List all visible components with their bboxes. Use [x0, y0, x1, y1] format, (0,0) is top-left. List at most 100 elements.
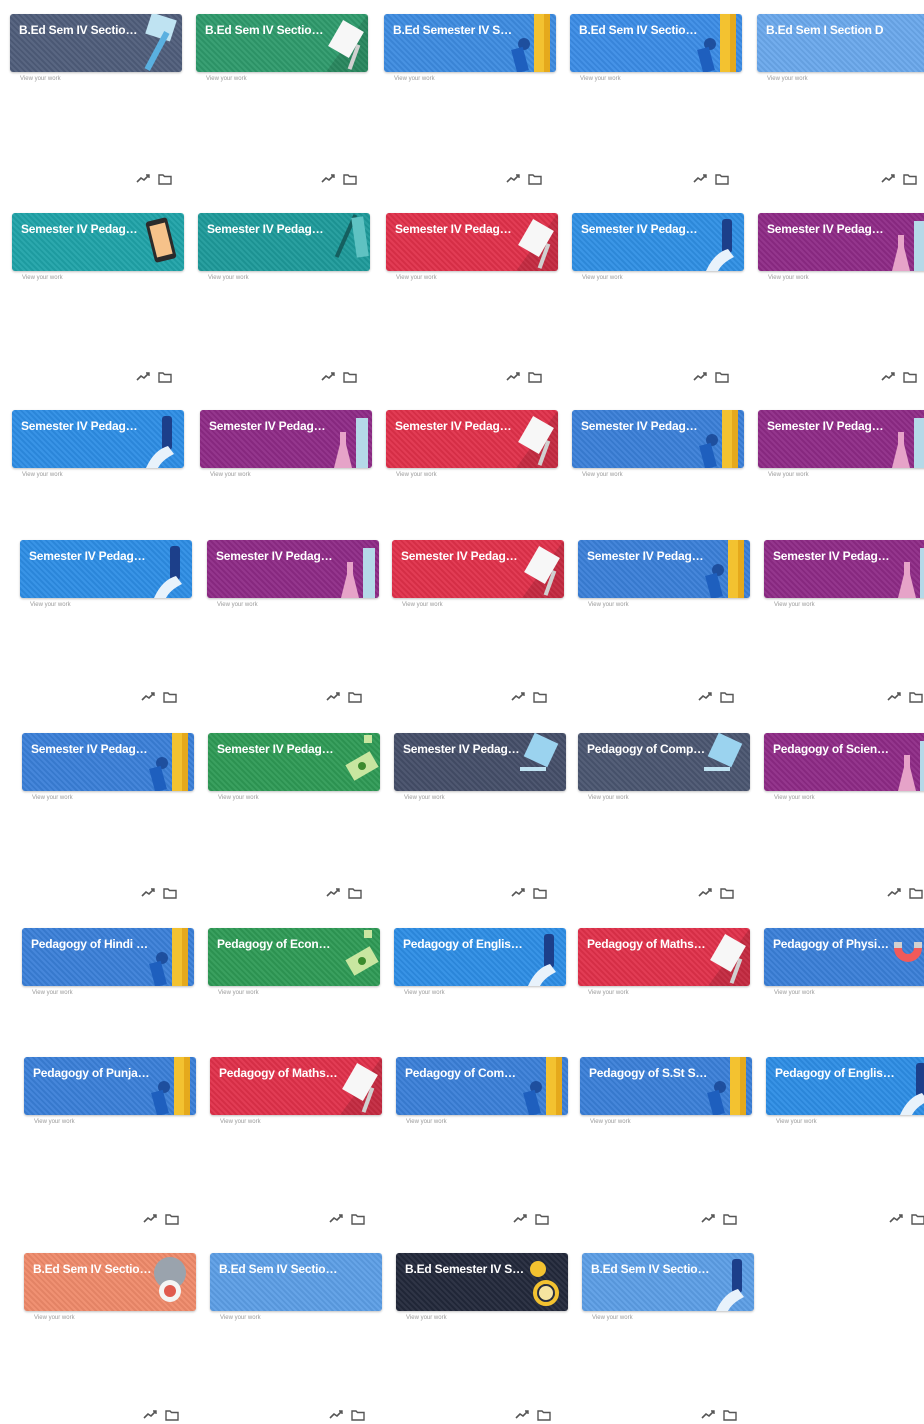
class-card[interactable]: Semester IV Pedagog... View your work	[572, 410, 744, 484]
class-title[interactable]: Pedagogy of English ...	[403, 937, 523, 951]
class-title[interactable]: B.Ed Sem IV Section A	[219, 1262, 339, 1276]
class-card[interactable]: B.Ed Sem IV Section A View your work	[210, 1253, 382, 1327]
class-title[interactable]: Semester IV Pedagog...	[401, 549, 521, 563]
class-title[interactable]: Pedagogy of English ...	[775, 1066, 895, 1080]
class-card[interactable]: Pedagogy of Science... View your work	[764, 733, 924, 807]
class-banner[interactable]: Pedagogy of English ...	[394, 928, 566, 986]
class-card[interactable]: Semester IV Pedagog... View your work	[12, 213, 184, 287]
class-banner[interactable]: Semester IV Pedagog...	[12, 213, 184, 271]
class-title[interactable]: Semester IV Pedagog...	[217, 742, 337, 756]
folder-icon[interactable]	[714, 172, 730, 186]
trending-icon[interactable]	[510, 886, 526, 900]
class-title[interactable]: Semester IV Pedagog...	[581, 419, 701, 433]
folder-icon[interactable]	[902, 370, 918, 384]
class-title[interactable]: Pedagogy of Econom...	[217, 937, 337, 951]
class-card[interactable]: Semester IV Pedagog... View your work	[758, 213, 924, 287]
class-banner[interactable]: B.Ed Semester IV Sec...	[396, 1253, 568, 1311]
view-work-link[interactable]: View your work	[402, 602, 443, 608]
class-banner[interactable]: Semester IV Pedagog...	[758, 410, 924, 468]
class-banner[interactable]: B.Ed Sem IV Section C	[24, 1253, 196, 1311]
folder-icon[interactable]	[908, 690, 924, 704]
class-banner[interactable]: Semester IV Pedagog...	[200, 410, 372, 468]
view-work-link[interactable]: View your work	[768, 472, 809, 478]
class-title[interactable]: Pedagogy of Comput...	[587, 742, 707, 756]
class-card[interactable]: Pedagogy of Econom... View your work	[208, 928, 380, 1002]
view-work-link[interactable]: View your work	[220, 1119, 261, 1125]
class-card[interactable]: Semester IV Pedagog... View your work	[578, 540, 750, 614]
class-title[interactable]: Pedagogy of Maths S...	[587, 937, 707, 951]
class-banner[interactable]: Semester IV Pedagog...	[572, 213, 744, 271]
class-banner[interactable]: Semester IV Pedagog...	[392, 540, 564, 598]
class-banner[interactable]: B.Ed Sem IV Section A	[570, 14, 742, 72]
view-work-link[interactable]: View your work	[30, 602, 71, 608]
view-work-link[interactable]: View your work	[406, 1315, 447, 1321]
trending-icon[interactable]	[135, 370, 151, 384]
folder-icon[interactable]	[527, 172, 543, 186]
view-work-link[interactable]: View your work	[774, 990, 815, 996]
class-banner[interactable]: Semester IV Pedagog...	[22, 733, 194, 791]
folder-icon[interactable]	[908, 886, 924, 900]
class-title[interactable]: Pedagogy of Maths S...	[219, 1066, 339, 1080]
class-banner[interactable]: Pedagogy of Science...	[764, 733, 924, 791]
view-work-link[interactable]: View your work	[206, 76, 247, 82]
class-title[interactable]: Pedagogy of Hindi Se...	[31, 937, 151, 951]
class-banner[interactable]: Semester IV Pedagog...	[764, 540, 924, 598]
class-banner[interactable]: Pedagogy of English ...	[766, 1057, 924, 1115]
class-card[interactable]: Semester IV Pedagog... View your work	[572, 213, 744, 287]
view-work-link[interactable]: View your work	[588, 795, 629, 801]
folder-icon[interactable]	[162, 886, 178, 900]
folder-icon[interactable]	[157, 370, 173, 384]
class-card[interactable]: Semester IV Pedagog... View your work	[208, 733, 380, 807]
class-card[interactable]: Semester IV Pedagog... View your work	[20, 540, 192, 614]
view-work-link[interactable]: View your work	[22, 275, 63, 281]
class-banner[interactable]: Semester IV Pedagog...	[386, 213, 558, 271]
view-work-link[interactable]: View your work	[210, 472, 251, 478]
trending-icon[interactable]	[692, 370, 708, 384]
class-card[interactable]: Pedagogy of Comme... View your work	[396, 1057, 568, 1131]
trending-icon[interactable]	[142, 1408, 158, 1422]
class-card[interactable]: B.Ed Sem IV Section B View your work	[10, 14, 182, 88]
class-card[interactable]: B.Ed Semester IV Sec... View your work	[384, 14, 556, 88]
class-title[interactable]: Semester IV Pedagog...	[21, 419, 141, 433]
class-title[interactable]: B.Ed Sem IV Section C	[33, 1262, 153, 1276]
folder-icon[interactable]	[157, 172, 173, 186]
class-banner[interactable]: B.Ed Sem I Section D	[757, 14, 924, 72]
class-banner[interactable]: Semester IV Pedagog...	[198, 213, 370, 271]
class-banner[interactable]: Semester IV Pedagog...	[207, 540, 379, 598]
class-banner[interactable]: Pedagogy of Maths S...	[578, 928, 750, 986]
view-work-link[interactable]: View your work	[774, 795, 815, 801]
class-title[interactable]: Semester IV Pedagog...	[21, 222, 141, 236]
class-title[interactable]: Semester IV Pedagog...	[395, 419, 515, 433]
folder-icon[interactable]	[347, 886, 363, 900]
class-card[interactable]: Pedagogy of English ... View your work	[394, 928, 566, 1002]
class-title[interactable]: Semester IV Pedagog...	[31, 742, 151, 756]
class-banner[interactable]: Pedagogy of Physics...	[764, 928, 924, 986]
trending-icon[interactable]	[325, 886, 341, 900]
trending-icon[interactable]	[140, 690, 156, 704]
class-card[interactable]: Semester IV Pedagog... View your work	[22, 733, 194, 807]
trending-icon[interactable]	[514, 1408, 530, 1422]
class-card[interactable]: Pedagogy of Hindi Se... View your work	[22, 928, 194, 1002]
class-title[interactable]: Semester IV Pedagog...	[773, 549, 893, 563]
view-work-link[interactable]: View your work	[34, 1315, 75, 1321]
class-card[interactable]: Pedagogy of Maths S... View your work	[210, 1057, 382, 1131]
folder-icon[interactable]	[527, 370, 543, 384]
view-work-link[interactable]: View your work	[588, 990, 629, 996]
folder-icon[interactable]	[536, 1408, 552, 1422]
folder-icon[interactable]	[350, 1408, 366, 1422]
view-work-link[interactable]: View your work	[590, 1119, 631, 1125]
class-title[interactable]: B.Ed Sem IV Section B	[19, 23, 139, 37]
trending-icon[interactable]	[140, 886, 156, 900]
class-banner[interactable]: B.Ed Sem IV Section B	[10, 14, 182, 72]
class-banner[interactable]: Pedagogy of Comput...	[578, 733, 750, 791]
trending-icon[interactable]	[697, 886, 713, 900]
view-work-link[interactable]: View your work	[20, 76, 61, 82]
class-card[interactable]: Pedagogy of Punjabi... View your work	[24, 1057, 196, 1131]
trending-icon[interactable]	[142, 1212, 158, 1226]
view-work-link[interactable]: View your work	[767, 76, 808, 82]
trending-icon[interactable]	[880, 172, 896, 186]
trending-icon[interactable]	[510, 690, 526, 704]
class-title[interactable]: B.Ed Sem IV Section B	[205, 23, 325, 37]
class-card[interactable]: Semester IV Pedagog... View your work	[394, 733, 566, 807]
class-title[interactable]: Semester IV Pedagog...	[207, 222, 327, 236]
